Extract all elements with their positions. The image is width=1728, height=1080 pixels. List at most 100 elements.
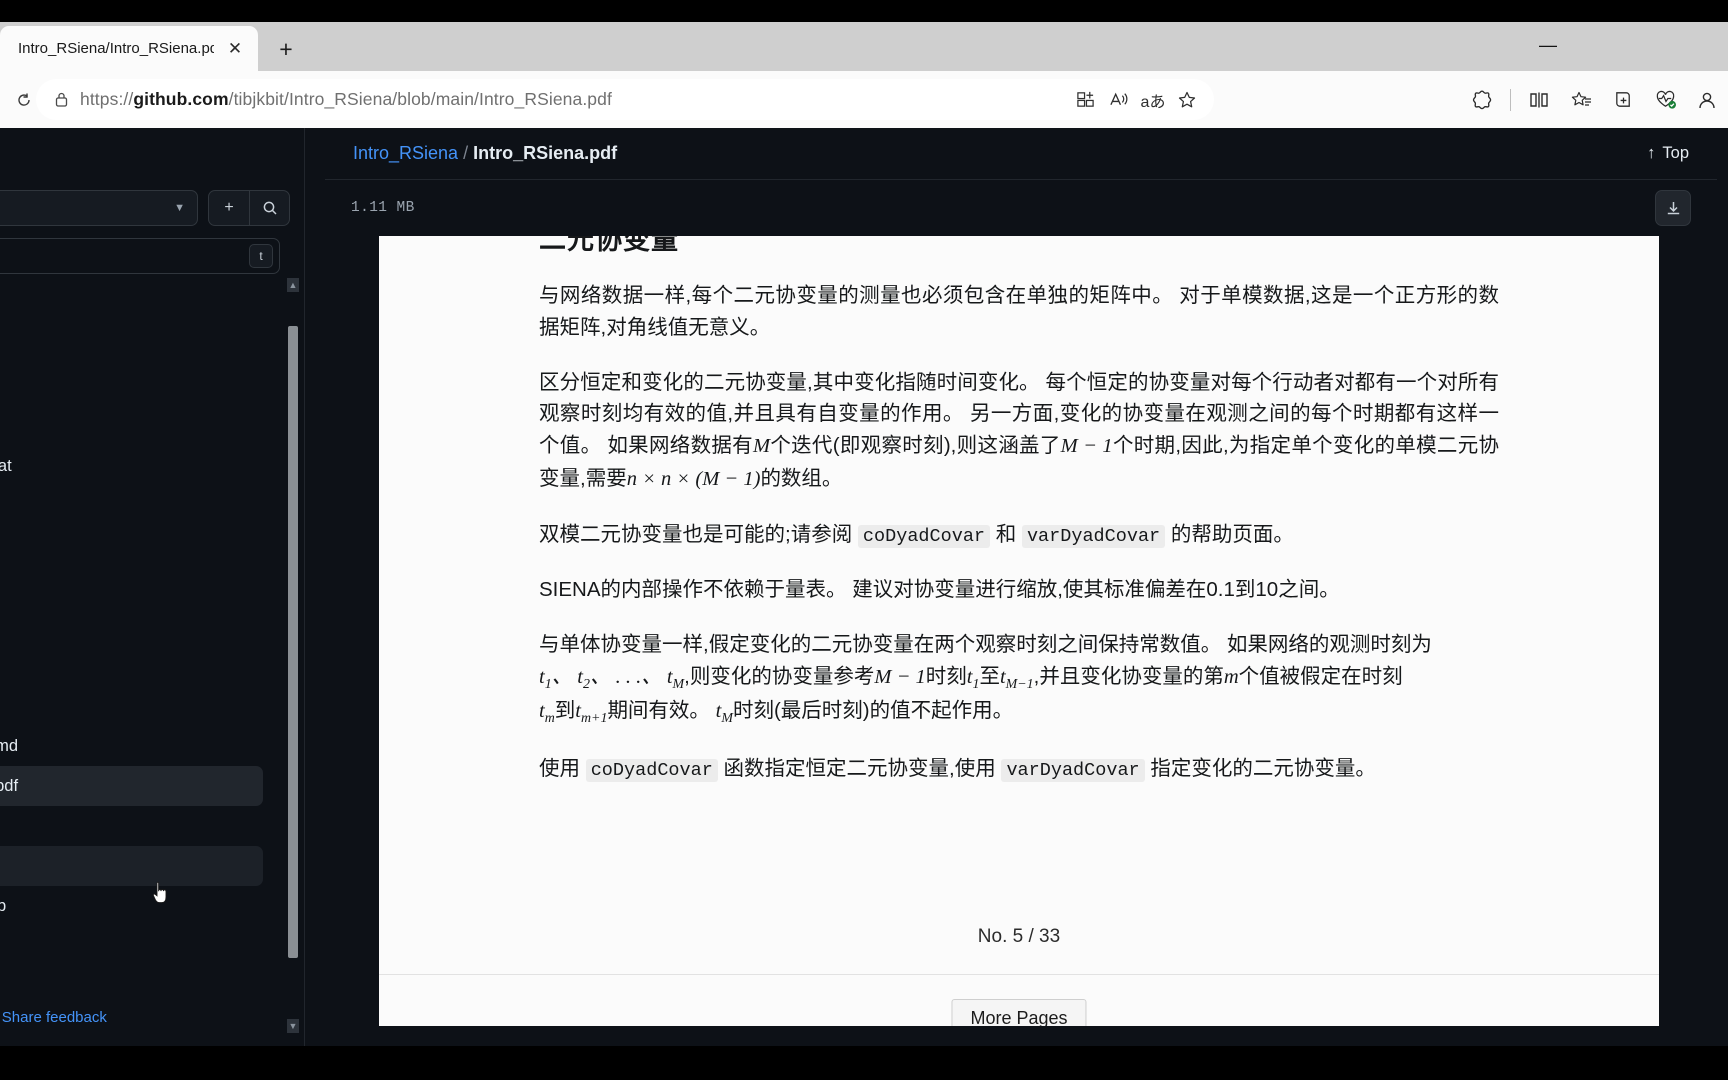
scrollbar-thumb[interactable] bbox=[288, 326, 298, 958]
pdf-divider bbox=[379, 974, 1659, 975]
tab-strip: Intro_RSiena/Intro_RSiena.pdf at ✕ + — bbox=[0, 22, 1728, 71]
pdf-p5-text-h: 期间有效。 bbox=[607, 699, 710, 723]
scroll-to-top-button[interactable]: ↑ Top bbox=[1647, 144, 1689, 163]
copilot-icon[interactable] bbox=[1463, 81, 1501, 119]
pdf-code-vardyadcovar-2: varDyadCovar bbox=[1001, 759, 1145, 783]
file-list-item[interactable]: kapfti2.dat bbox=[0, 566, 263, 606]
pdf-p2-math-m: M bbox=[752, 435, 771, 458]
repo-file-tree-sidebar: de n ▼ + t Kapf1.datKapf2.datKapferer.tx… bbox=[0, 128, 305, 1046]
window-minimize-icon[interactable]: — bbox=[1518, 22, 1578, 68]
breadcrumb: Intro_RSiena / Intro_RSiena.pdf bbox=[353, 143, 617, 164]
search-icon[interactable] bbox=[249, 191, 289, 225]
file-list-item[interactable]: kapfa_stat.dat bbox=[0, 446, 263, 486]
file-list-item[interactable]: tro_RSiena.pdf bbox=[0, 766, 263, 806]
pdf-paragraph-5: 与单体协变量一样,假定变化的二元协变量在两个观察时刻之间保持常数值。 如果网络的… bbox=[539, 629, 1499, 730]
browser-tab[interactable]: Intro_RSiena/Intro_RSiena.pdf at ✕ bbox=[0, 26, 258, 71]
address-bar[interactable]: https://github.com/tibjkbit/Intro_RSiena… bbox=[36, 79, 1214, 120]
read-aloud-icon[interactable] bbox=[1102, 83, 1136, 117]
pdf-p3-text-a: 双模二元协变量也是可能的;请参阅 bbox=[539, 522, 853, 546]
pdf-viewer[interactable]: 二元协变量 与网络数据一样,每个二元协变量的测量也必须包含在单独的矩阵中。 对于… bbox=[379, 236, 1659, 1026]
browser-titlebar: Intro_RSiena/Intro_RSiena.pdf at ✕ + — bbox=[0, 22, 1728, 71]
pdf-p5-text-d: 至 bbox=[979, 664, 1000, 688]
pdf-p5-text-c: 时刻 bbox=[925, 664, 967, 688]
pdf-p5-tM: tM bbox=[666, 665, 685, 692]
new-tab-icon[interactable]: + bbox=[270, 33, 302, 65]
search-input[interactable] bbox=[0, 247, 249, 265]
file-list-item[interactable]: Kapf2.dat bbox=[0, 326, 263, 366]
pdf-p5-math-t1: t1 bbox=[966, 665, 980, 692]
scroll-down-arrow-icon[interactable]: ▼ bbox=[287, 1019, 299, 1033]
sidebar-footer: tion • Share feedback bbox=[0, 1009, 107, 1026]
share-feedback-link[interactable]: Share feedback bbox=[2, 1009, 107, 1026]
file-list-item-label: kapfa_stat.dat bbox=[0, 456, 12, 475]
file-list-item[interactable]: cture1.png bbox=[0, 926, 263, 966]
pdf-p2-text-b: 个迭代(即观察时刻),则这涵盖了 bbox=[770, 434, 1061, 458]
pdf-p5-text-b: ,则变化的协变量参考 bbox=[684, 664, 875, 688]
pdf-p2-math-m-minus-1: M − 1 bbox=[1060, 435, 1113, 458]
pdf-paragraph-2: 区分恒定和变化的二元协变量,其中变化指随时间变化。 每个恒定的协变量对每个行动者… bbox=[539, 367, 1499, 496]
pdf-code-codyadcovar-1: coDyadCovar bbox=[857, 524, 991, 548]
collections-add-icon[interactable] bbox=[1604, 81, 1642, 119]
file-list-item[interactable]: kapfti1.dat bbox=[0, 526, 263, 566]
sidebar-actions: + bbox=[208, 190, 290, 226]
back-forward-region[interactable] bbox=[0, 92, 36, 108]
pdf-p2-math-array-dims: n × n × (M − 1) bbox=[626, 467, 761, 490]
split-screen-icon[interactable] bbox=[1520, 81, 1558, 119]
breadcrumb-repo-link[interactable]: Intro_RSiena bbox=[353, 143, 458, 163]
file-list-item[interactable]: kapfts1.dat bbox=[0, 606, 263, 646]
profile-avatar-icon[interactable] bbox=[1688, 81, 1726, 119]
tab-title: Intro_RSiena/Intro_RSiena.pdf at bbox=[18, 40, 214, 57]
browser-window: Intro_RSiena/Intro_RSiena.pdf at ✕ + — h… bbox=[0, 0, 1728, 1080]
page-scrollbar[interactable] bbox=[1717, 128, 1728, 1046]
favorite-star-icon[interactable] bbox=[1170, 83, 1204, 117]
file-list-item[interactable]: CENSE bbox=[0, 806, 263, 846]
close-icon[interactable]: ✕ bbox=[222, 36, 248, 62]
file-list-item[interactable]: kapfat.dat bbox=[0, 486, 263, 526]
pdf-page-number: No. 5 / 33 bbox=[977, 926, 1061, 947]
favorites-list-icon[interactable] bbox=[1562, 81, 1600, 119]
pdf-p2-text-d: 的数组。 bbox=[760, 466, 843, 490]
bottom-strip bbox=[0, 1046, 1728, 1080]
download-icon[interactable] bbox=[1655, 190, 1691, 226]
file-filter-box[interactable]: t bbox=[0, 238, 280, 274]
file-list-item[interactable]: EADME.md bbox=[0, 846, 263, 886]
pdf-paragraph-3: 双模二元协变量也是可能的;请参阅 coDyadCovar 和 varDyadCo… bbox=[539, 519, 1499, 552]
pdf-paragraph-1: 与网络数据一样,每个二元协变量的测量也必须包含在单独的矩阵中。 对于单模数据,这… bbox=[539, 284, 1499, 339]
pdf-code-codyadcovar-2: coDyadCovar bbox=[585, 759, 718, 783]
pdf-p5-text-g: 到 bbox=[554, 699, 576, 723]
translate-icon[interactable]: aあ bbox=[1136, 83, 1170, 117]
file-list-item[interactable]: kapfts2.dat bbox=[0, 646, 263, 686]
browser-essentials-icon[interactable] bbox=[1646, 81, 1684, 119]
file-list-item[interactable]: tro_RSiena.md bbox=[0, 726, 263, 766]
file-list-item-label: ample1.ipynb bbox=[0, 897, 6, 916]
file-list[interactable]: Kapf1.datKapf2.datKapferer.txtSiena.txt k… bbox=[0, 286, 304, 1028]
breadcrumb-separator: / bbox=[463, 143, 469, 163]
file-size-label: 1.11 MB bbox=[351, 200, 415, 216]
more-pages-button[interactable]: More Pages bbox=[951, 999, 1087, 1026]
file-list-item[interactable]: Kapf1.dat bbox=[0, 286, 263, 326]
pdf-page-content: 二元协变量 与网络数据一样,每个二元协变量的测量也必须包含在单独的矩阵中。 对于… bbox=[379, 236, 1659, 786]
toolbar-right-actions bbox=[1463, 79, 1728, 120]
filter-keyboard-hint: t bbox=[249, 244, 273, 268]
branch-row: n ▼ + bbox=[0, 190, 290, 226]
pdf-p3-text-b: 和 bbox=[995, 522, 1017, 546]
sidebar-scrollbar[interactable]: ▲ ▼ bbox=[287, 278, 299, 1033]
split-screen-add-icon[interactable] bbox=[1068, 83, 1102, 117]
file-list-item[interactable]: Siena.txt bbox=[0, 406, 263, 446]
breadcrumb-current-file: Intro_RSiena.pdf bbox=[473, 143, 618, 163]
pdf-p5-math-m1: M − 1 bbox=[874, 665, 926, 688]
blob-header: Intro_RSiena / Intro_RSiena.pdf ↑ Top bbox=[325, 128, 1717, 180]
branch-selector[interactable]: n ▼ bbox=[0, 190, 198, 226]
pdf-paragraph-6: 使用 coDyadCovar 函数指定恒定二元协变量,使用 varDyadCov… bbox=[539, 753, 1499, 786]
lock-icon bbox=[54, 91, 80, 108]
url-text: https://github.com/tibjkbit/Intro_RSiena… bbox=[80, 89, 612, 109]
toolbar-separator bbox=[1510, 88, 1511, 111]
pdf-p6-text-a: 使用 bbox=[539, 757, 580, 781]
file-list-item[interactable]: program.R bbox=[0, 686, 263, 726]
file-list-item[interactable]: ample1.ipynb bbox=[0, 886, 263, 926]
file-list-item[interactable]: Kapferer.txt bbox=[0, 366, 263, 406]
pdf-p5-math-times: t1、 t2、 . . .、 tM bbox=[539, 665, 685, 692]
file-list-item-label: tro_RSiena.md bbox=[0, 736, 19, 755]
add-file-button[interactable]: + bbox=[209, 191, 249, 225]
scroll-up-arrow-icon[interactable]: ▲ bbox=[287, 278, 299, 292]
